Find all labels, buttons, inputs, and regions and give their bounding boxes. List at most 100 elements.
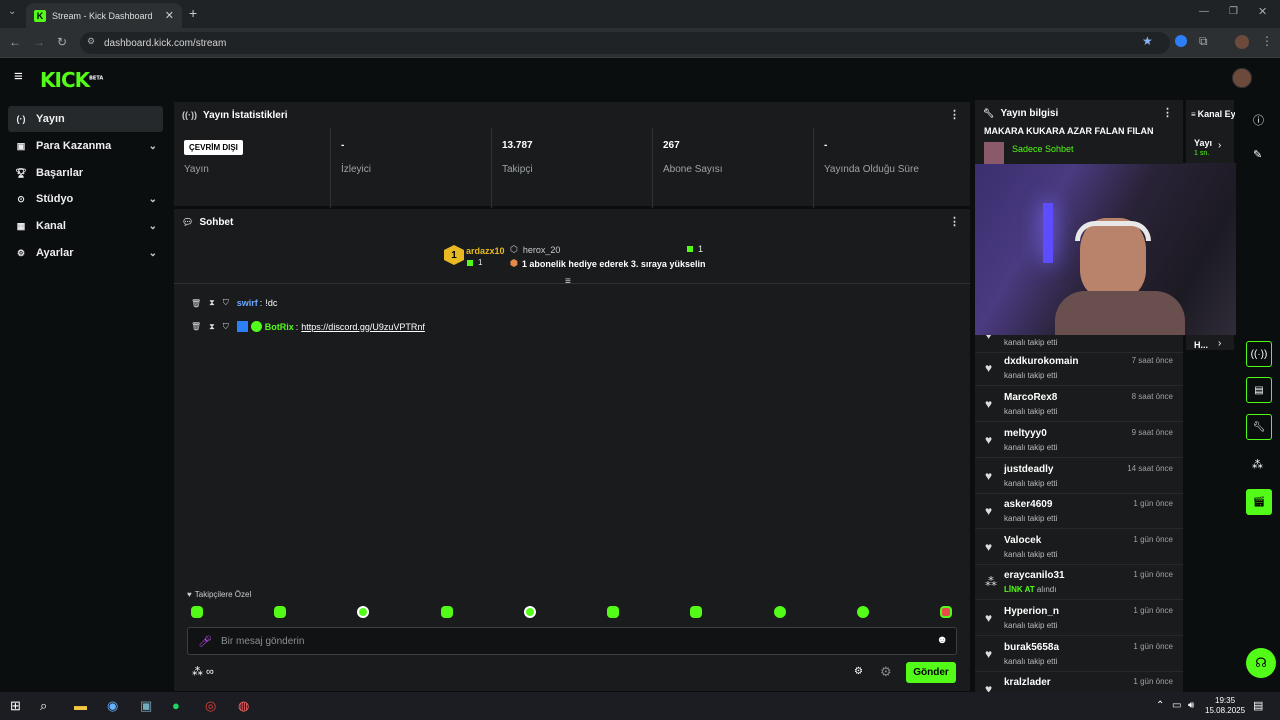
channel-action-2[interactable]: H... xyxy=(1194,340,1208,350)
search-icon[interactable]: ⌕ xyxy=(40,698,47,714)
sidebar-item-basarilar[interactable]: 🏆︎ Başarılar xyxy=(8,160,163,186)
edit-pencil-icon[interactable]: ✎ xyxy=(1253,148,1262,161)
shield-icon[interactable]: ⛉ xyxy=(223,298,229,308)
back-icon[interactable]: ← xyxy=(9,35,21,49)
chat-link[interactable]: https://discord.gg/U9zuVPTRnf xyxy=(301,322,425,332)
close-tab-icon[interactable]: ✕ xyxy=(165,9,174,22)
forward-icon[interactable]: → xyxy=(33,35,45,49)
trophy-icon: 🏆︎ xyxy=(15,167,27,178)
emote[interactable] xyxy=(607,606,619,618)
stream-info-title: Yayın bilgisi xyxy=(1000,107,1059,119)
feed-username[interactable]: kralzlader xyxy=(1004,677,1051,688)
chat-settings-gear-icon[interactable]: ⚙ xyxy=(854,666,863,677)
close-window-icon[interactable]: ✕ xyxy=(1258,5,1267,18)
feed-username[interactable]: justdeadly xyxy=(1004,464,1053,475)
emote[interactable] xyxy=(940,606,952,618)
feed-username[interactable]: asker4609 xyxy=(1004,499,1052,510)
chat-username[interactable]: BotRix xyxy=(265,322,294,332)
bookmark-star-icon[interactable]: ★ xyxy=(1142,34,1153,48)
channel-action-1[interactable]: Yayı xyxy=(1194,138,1212,148)
emote[interactable] xyxy=(191,606,203,618)
pinned-user-name[interactable]: herox_20 xyxy=(523,245,561,255)
chevron-right-icon[interactable]: › xyxy=(1218,338,1221,349)
chevron-right-icon[interactable]: › xyxy=(1218,140,1221,151)
reload-icon[interactable]: ↻ xyxy=(57,35,67,49)
emote[interactable] xyxy=(441,606,453,618)
browser-menu-icon[interactable]: ⋮ xyxy=(1261,34,1273,48)
kick-points-icon[interactable]: ⁂ ∞ xyxy=(192,665,214,678)
user-avatar[interactable] xyxy=(1232,68,1252,88)
emote[interactable] xyxy=(774,606,786,618)
store-icon[interactable]: ▣ xyxy=(140,698,152,714)
clock[interactable]: 19:35 15.08.2025 xyxy=(1205,696,1245,716)
clapper-button[interactable]: 🎬︎ xyxy=(1246,489,1272,515)
feed-username[interactable]: eraycanilo31 xyxy=(1004,570,1065,581)
feed-username[interactable]: Valocek xyxy=(1004,535,1041,546)
site-info-icon[interactable]: ⚙ xyxy=(87,36,95,47)
wrench-button[interactable]: 🔧︎ xyxy=(1246,414,1272,440)
emote[interactable] xyxy=(274,606,286,618)
chat-mod-icon[interactable]: ⚙ xyxy=(880,664,892,680)
shield-icon[interactable]: ⛉ xyxy=(223,322,229,332)
feed-username[interactable]: dxdkurokomain xyxy=(1004,356,1078,367)
sidebar-item-label: Ayarlar xyxy=(36,247,74,259)
sidebar-item-yayin[interactable]: (·) Yayın xyxy=(8,106,163,132)
browser-tab[interactable]: K Stream - Kick Dashboard ✕ xyxy=(26,3,182,28)
emote[interactable] xyxy=(357,606,369,618)
file-explorer-icon[interactable]: ▬ xyxy=(74,698,87,713)
more-options-icon[interactable]: ⋮ xyxy=(949,108,960,121)
emoji-icon[interactable]: ☻ xyxy=(936,634,948,646)
stat-label: Takipçi xyxy=(502,164,533,175)
sidebar-item-studyo[interactable]: ⊙ Stüdyo ⌄ xyxy=(8,186,163,212)
tab-list-icon[interactable]: ⌄ xyxy=(8,6,16,17)
network-icon[interactable]: ▭ xyxy=(1172,700,1181,711)
feed-username[interactable]: burak5658a xyxy=(1004,642,1059,653)
gifter-name[interactable]: ardazx10 xyxy=(466,246,505,256)
chat-input[interactable]: 🎤︎ Bir mesaj gönderin ☻ xyxy=(187,627,957,655)
hamburger-menu-icon[interactable]: ≡ xyxy=(14,68,23,85)
send-button[interactable]: Gönder xyxy=(906,662,956,683)
category-name[interactable]: Sadece Sohbet xyxy=(1012,144,1074,154)
layout-button[interactable]: ▤ xyxy=(1246,377,1272,403)
tray-chevron-icon[interactable]: ⌃ xyxy=(1156,700,1164,711)
spotify-icon[interactable]: ● xyxy=(172,698,180,713)
sidebar-item-kanal[interactable]: ▦ Kanal ⌄ xyxy=(8,213,163,239)
support-headset-button[interactable]: ☊ xyxy=(1246,648,1276,678)
sidebar-item-para-kazanma[interactable]: ▣ Para Kazanma ⌄ xyxy=(8,133,163,159)
broadcast-button[interactable]: ((·)) xyxy=(1246,341,1272,367)
microphone-icon[interactable]: 🎤︎ xyxy=(198,635,212,648)
chrome-icon[interactable]: ◎ xyxy=(205,698,216,714)
timeout-icon[interactable]: ⧗ xyxy=(209,298,215,308)
sidebar-item-label: Kanal xyxy=(36,220,66,232)
new-tab-icon[interactable]: + xyxy=(189,5,197,21)
emote[interactable] xyxy=(690,606,702,618)
url-field[interactable]: ⚙ dashboard.kick.com/stream xyxy=(80,32,1170,54)
kick-points-icon[interactable]: ⁂ xyxy=(1252,458,1263,471)
steam-icon[interactable]: ◉ xyxy=(107,698,118,714)
more-options-icon[interactable]: ⋮ xyxy=(1162,106,1173,119)
minimize-icon[interactable]: — xyxy=(1199,6,1209,17)
notifications-icon[interactable]: ▤ xyxy=(1253,699,1263,712)
trash-icon[interactable]: 🗑︎ xyxy=(191,322,201,331)
app-icon[interactable]: ◍ xyxy=(238,698,249,714)
chat-username[interactable]: swirf xyxy=(237,298,258,308)
scroll-down-icon[interactable]: ≡ xyxy=(565,276,571,287)
info-icon[interactable]: ⓘ xyxy=(1253,112,1264,128)
emote[interactable] xyxy=(524,606,536,618)
gift-box-icon: ⬢ xyxy=(510,258,518,268)
kick-logo[interactable]: KICKBETA xyxy=(40,68,103,92)
extensions-puzzle-icon[interactable]: ⧉ xyxy=(1199,34,1208,49)
emote[interactable] xyxy=(857,606,869,618)
more-options-icon[interactable]: ⋮ xyxy=(949,215,960,228)
feed-username[interactable]: Hyperion_n xyxy=(1004,606,1059,617)
sidebar-item-ayarlar[interactable]: ⚙ Ayarlar ⌄ xyxy=(8,240,163,266)
timeout-icon[interactable]: ⧗ xyxy=(209,322,215,332)
maximize-icon[interactable]: ❐ xyxy=(1229,6,1238,17)
profile-avatar-icon[interactable] xyxy=(1235,35,1249,49)
feed-username[interactable]: MarcoRex8 xyxy=(1004,392,1057,403)
extension-icon[interactable] xyxy=(1175,35,1187,47)
trash-icon[interactable]: 🗑︎ xyxy=(191,299,201,308)
windows-start-icon[interactable]: ⊞ xyxy=(10,698,21,714)
volume-icon[interactable]: 🔊︎ xyxy=(1188,700,1194,711)
feed-username[interactable]: meltyyy0 xyxy=(1004,428,1047,439)
